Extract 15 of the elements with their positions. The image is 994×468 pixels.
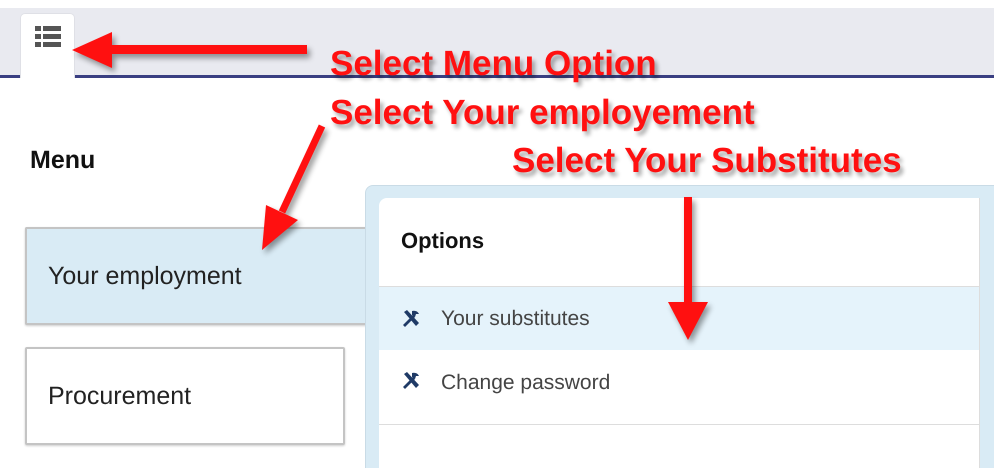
menu-item[interactable]: Procurement [25, 347, 345, 445]
option-label: Change password [441, 371, 610, 395]
option-item[interactable]: Change password [379, 351, 979, 425]
tools-icon [401, 308, 421, 328]
tools-icon [401, 371, 421, 391]
annotation-text: Select Your Substitutes [512, 143, 902, 178]
menu-tab[interactable] [20, 13, 75, 78]
options-heading: Options [401, 228, 484, 254]
option-label: Your substitutes [441, 306, 590, 330]
annotation-text: Select Your employement [330, 95, 755, 130]
menu-heading: Menu [30, 146, 96, 175]
menu-item[interactable]: Your employment [25, 227, 367, 325]
annotation-text: Select Menu Option [330, 46, 657, 81]
option-item[interactable]: Your substitutes [379, 287, 979, 351]
list-icon [34, 24, 60, 50]
